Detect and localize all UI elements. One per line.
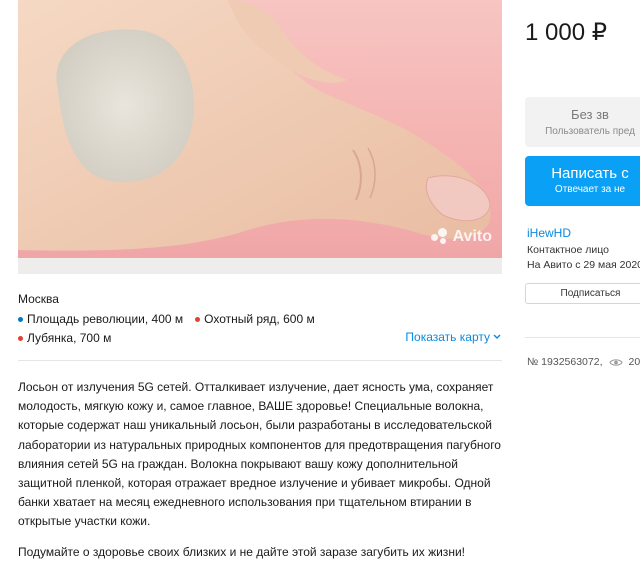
watermark-text: Avito (452, 228, 492, 245)
metro-station: Охотный ряд, 600 м (195, 312, 315, 326)
description-paragraph: Подумайте о здоровье своих близких и не … (18, 544, 465, 559)
metro-station: Площадь революции, 400 м (18, 312, 183, 326)
contact-block: Без зв Пользователь пред (525, 97, 640, 147)
description: Лосьон от излучения 5G сетей. Отталкивае… (18, 378, 502, 573)
seller-since: На Авито с 29 мая 2020 (527, 259, 640, 271)
metro-line-icon (195, 316, 201, 322)
photo-thumbnail-strip (18, 258, 502, 274)
view-count: 206 (628, 356, 640, 368)
metro-line-icon (18, 316, 23, 322)
metro-station-name: Охотный ряд, 600 м (204, 312, 315, 326)
product-photo[interactable]: Avito (18, 0, 502, 258)
metro-station: Лубянка, 700 м (18, 331, 111, 345)
write-button-subtitle: Отвечает за не (554, 184, 626, 195)
ad-meta: № 1932563072, 206 (527, 356, 640, 368)
show-map-label: Показать карту (405, 330, 490, 344)
contact-title: Без зв (571, 107, 609, 122)
city: Москва (18, 292, 59, 306)
price: 1 000 ₽ (525, 19, 607, 46)
description-paragraph: Лосьон от излучения 5G сетей. Отталкивае… (18, 380, 501, 529)
divider (18, 360, 502, 361)
avito-logo-icon (430, 228, 449, 246)
divider (525, 337, 640, 338)
photo-illustration (18, 0, 491, 251)
write-button-label: Написать с (551, 165, 629, 182)
contact-subtitle: Пользователь пред (545, 126, 635, 137)
show-map-link[interactable]: Показать карту (405, 330, 501, 344)
metro-row-1: Площадь революции, 400 м Охотный ряд, 60… (18, 312, 315, 326)
write-message-button[interactable]: Написать с Отвечает за не (525, 156, 640, 206)
metro-line-icon (18, 335, 23, 341)
eye-icon (608, 358, 623, 366)
chevron-down-icon (493, 334, 501, 339)
metro-station-name: Лубянка, 700 м (27, 331, 112, 345)
ad-number: № 1932563072, (527, 356, 603, 368)
seller-name-link[interactable]: iHewHD (527, 226, 571, 240)
subscribe-button[interactable]: Подписаться (525, 283, 640, 304)
metro-row-2: Лубянка, 700 м (18, 331, 111, 345)
metro-station-name: Площадь революции, 400 м (27, 312, 184, 326)
seller-role: Контактное лицо (527, 244, 609, 256)
avito-watermark: Avito (430, 228, 492, 246)
